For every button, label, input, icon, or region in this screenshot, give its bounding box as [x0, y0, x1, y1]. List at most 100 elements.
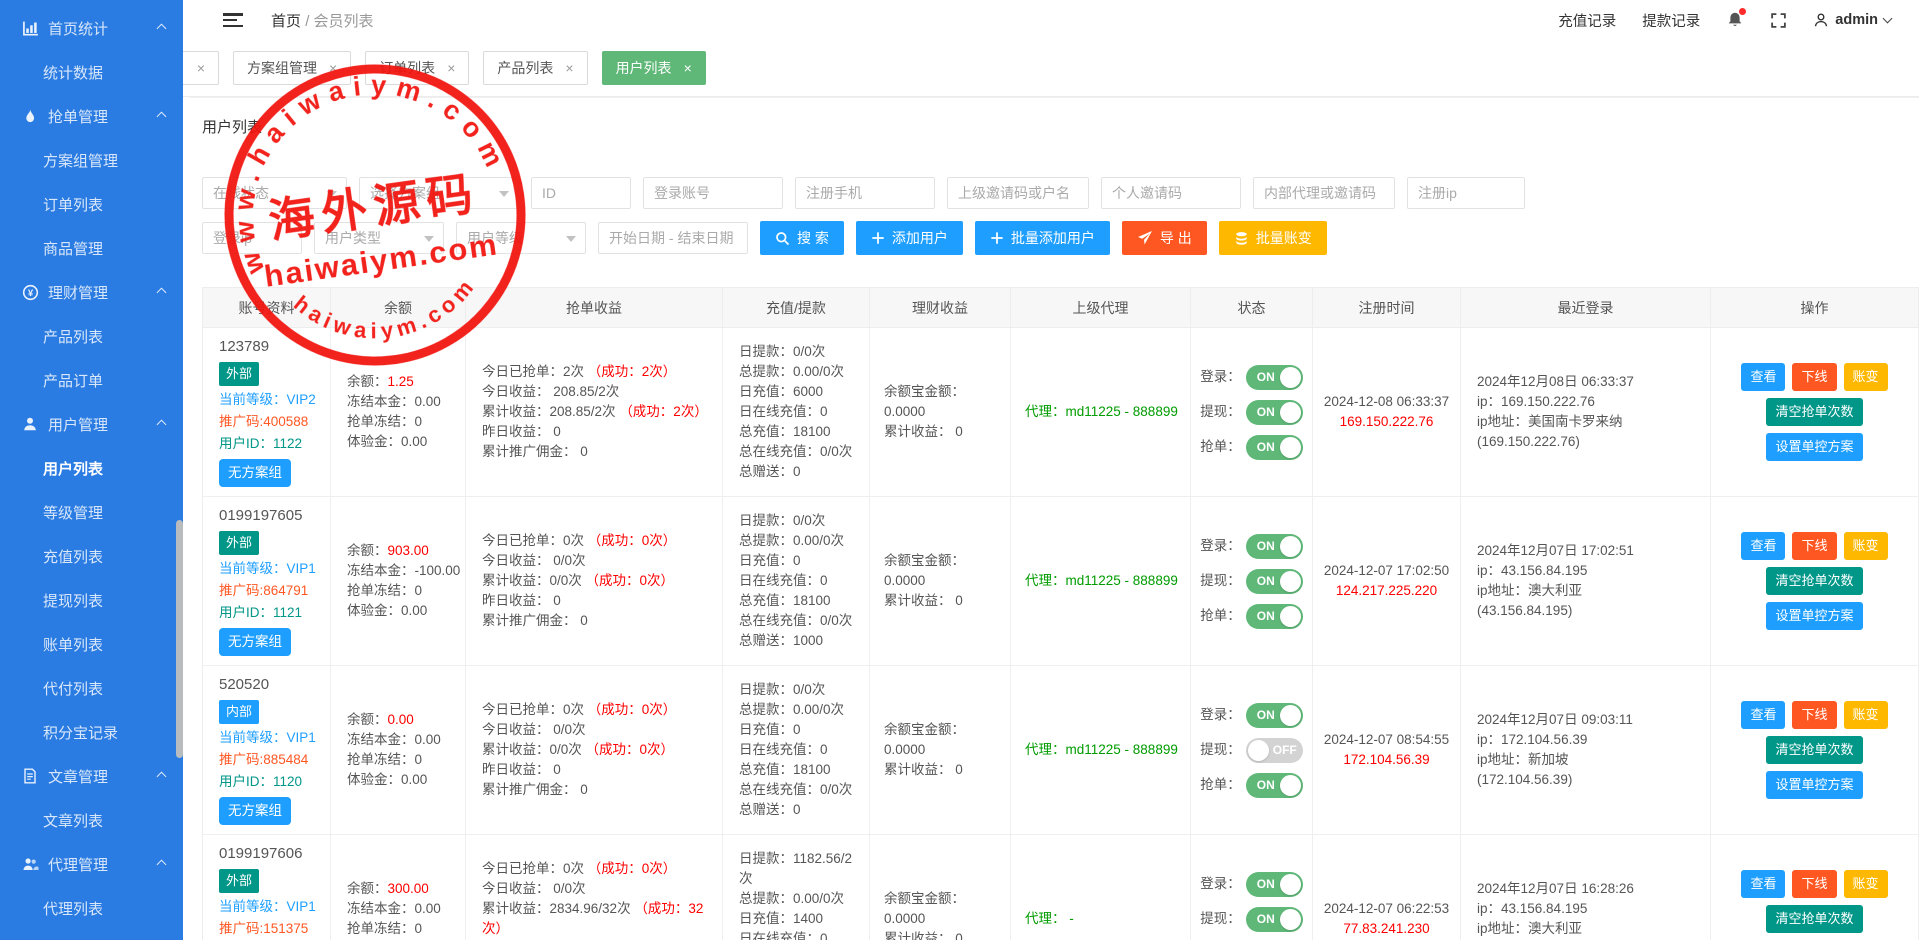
order-toggle[interactable]: ON [1246, 435, 1303, 460]
balance-change-button[interactable]: 账变 [1844, 363, 1888, 391]
balance-line: 余额：300.00 [347, 879, 461, 899]
sidebar-scrollbar[interactable] [176, 520, 183, 758]
plan-group-badge[interactable]: 无方案组 [219, 628, 291, 656]
sidebar-group-item[interactable]: 抢单管理 [0, 94, 183, 138]
sidebar-group-item[interactable]: 文章管理 [0, 754, 183, 798]
sidebar-group-item[interactable]: ¥理财管理 [0, 270, 183, 314]
balance-line: 抢单冻结：0 [347, 750, 461, 770]
withdraw-toggle[interactable]: ON [1246, 569, 1303, 594]
toggle-state-text: OFF [1273, 740, 1297, 760]
internal-agent-input[interactable]: 内部代理或邀请码 [1253, 177, 1395, 209]
sidebar-item[interactable]: 充值列表 [0, 534, 183, 578]
sidebar-item[interactable]: 用户列表 [0, 446, 183, 490]
sidebar-item[interactable]: 文章列表 [0, 798, 183, 842]
order-toggle[interactable]: ON [1246, 604, 1303, 629]
hamburger-icon[interactable] [223, 13, 243, 27]
sidebar-item[interactable]: 提现列表 [0, 578, 183, 622]
fullscreen-icon[interactable] [1770, 12, 1787, 29]
toggle-state-text: ON [1257, 367, 1275, 387]
set-control-plan-button[interactable]: 设置单控方案 [1766, 771, 1862, 799]
tab-active[interactable]: 用户列表× [602, 51, 706, 85]
view-button[interactable]: 查看 [1741, 363, 1785, 391]
last-login-line: ip地址：澳大利亚 [1477, 919, 1706, 939]
add-user-button[interactable]: 添加用户 [856, 221, 963, 255]
sidebar-item[interactable]: 代理列表 [0, 886, 183, 930]
tab-close-icon[interactable]: × [329, 60, 337, 76]
plan-group-select[interactable]: 选择方案组 [359, 177, 519, 209]
sidebar-item[interactable]: 产品订单 [0, 358, 183, 402]
plan-group-badge[interactable]: 无方案组 [219, 797, 291, 825]
search-button[interactable]: 搜 索 [760, 221, 844, 255]
balance-change-button[interactable]: 账变 [1844, 701, 1888, 729]
withdraw-toggle[interactable]: OFF [1246, 738, 1303, 763]
sidebar-item[interactable]: 产品列表 [0, 314, 183, 358]
login-account-input[interactable]: 登录账号 [643, 177, 783, 209]
tab-item[interactable]: 订单列表× [365, 51, 469, 85]
sidebar-item[interactable]: 统计数据 [0, 50, 183, 94]
sidebar-item[interactable]: 订单列表 [0, 182, 183, 226]
balance-change-button[interactable]: 账变 [1844, 532, 1888, 560]
export-button[interactable]: 导 出 [1122, 221, 1207, 255]
login-toggle[interactable]: ON [1246, 703, 1303, 728]
offline-button[interactable]: 下线 [1792, 701, 1836, 729]
date-range-input[interactable]: 开始日期 - 结束日期 [598, 222, 748, 254]
sidebar-group-item[interactable]: 首页统计 [0, 6, 183, 50]
sidebar-item[interactable]: 代付列表 [0, 666, 183, 710]
batch-add-user-button[interactable]: 批量添加用户 [975, 221, 1110, 255]
withdraw-toggle[interactable]: ON [1246, 907, 1303, 932]
user-type-select[interactable]: 用户类型 [314, 222, 444, 254]
tab-item[interactable]: 产品列表× [483, 51, 587, 85]
personal-invite-input[interactable]: 个人邀请码 [1101, 177, 1241, 209]
users-icon [22, 856, 39, 872]
clear-order-count-button[interactable]: 清空抢单次数 [1766, 567, 1862, 595]
view-button[interactable]: 查看 [1741, 701, 1785, 729]
tab-close-icon[interactable]: × [197, 60, 205, 76]
parent-invite-input[interactable]: 上级邀请码或户名 [947, 177, 1089, 209]
login-ip-input[interactable]: 登录ip [202, 222, 302, 254]
bell-icon[interactable] [1726, 11, 1744, 29]
offline-button[interactable]: 下线 [1792, 363, 1836, 391]
toggle-knob [1248, 740, 1269, 761]
tab-close-icon[interactable]: × [565, 60, 573, 76]
login-toggle[interactable]: ON [1246, 365, 1303, 390]
breadcrumb-home[interactable]: 首页 [271, 13, 301, 30]
order-toggle[interactable]: ON [1246, 773, 1303, 798]
batch-balance-button[interactable]: 批量账变 [1219, 221, 1327, 255]
register-phone-input[interactable]: 注册手机 [795, 177, 935, 209]
view-button[interactable]: 查看 [1741, 870, 1785, 898]
recharge-line: 日充值：1400 [739, 909, 865, 929]
clear-order-count-button[interactable]: 清空抢单次数 [1766, 905, 1862, 933]
sidebar-item[interactable]: 方案组管理 [0, 138, 183, 182]
tab-close-icon[interactable]: × [447, 60, 455, 76]
admin-menu[interactable]: admin [1813, 12, 1891, 28]
online-status-select[interactable]: 在线状态 [202, 177, 347, 209]
balance-line: 余额：0.00 [347, 710, 461, 730]
balance-change-button[interactable]: 账变 [1844, 870, 1888, 898]
sidebar-group-item[interactable]: 用户管理 [0, 402, 183, 446]
tab-close-icon[interactable]: × [684, 60, 692, 76]
clear-order-count-button[interactable]: 清空抢单次数 [1766, 398, 1862, 426]
plan-group-badge[interactable]: 无方案组 [219, 459, 291, 487]
set-control-plan-button[interactable]: 设置单控方案 [1766, 433, 1862, 461]
login-toggle[interactable]: ON [1246, 534, 1303, 559]
sidebar-item[interactable]: 等级管理 [0, 490, 183, 534]
sidebar-item[interactable]: 商品管理 [0, 226, 183, 270]
sidebar-item[interactable]: 积分宝记录 [0, 710, 183, 754]
login-toggle[interactable]: ON [1246, 872, 1303, 897]
tab-item[interactable]: 方案组管理× [233, 51, 351, 85]
recharge-record-link[interactable]: 充值记录 [1558, 10, 1616, 31]
offline-button[interactable]: 下线 [1792, 870, 1836, 898]
withdraw-record-link[interactable]: 提款记录 [1642, 10, 1700, 31]
offline-button[interactable]: 下线 [1792, 532, 1836, 560]
sidebar-item[interactable]: 账单列表 [0, 622, 183, 666]
sidebar-group-item[interactable]: 代理管理 [0, 842, 183, 886]
user-level-select[interactable]: 用户等级 [456, 222, 586, 254]
id-input[interactable]: ID [531, 177, 631, 209]
view-button[interactable]: 查看 [1741, 532, 1785, 560]
tab-partial[interactable]: × [183, 51, 219, 85]
toggle-state-text: ON [1257, 402, 1275, 422]
register-ip-input[interactable]: 注册ip [1407, 177, 1525, 209]
clear-order-count-button[interactable]: 清空抢单次数 [1766, 736, 1862, 764]
set-control-plan-button[interactable]: 设置单控方案 [1766, 602, 1862, 630]
withdraw-toggle[interactable]: ON [1246, 400, 1303, 425]
